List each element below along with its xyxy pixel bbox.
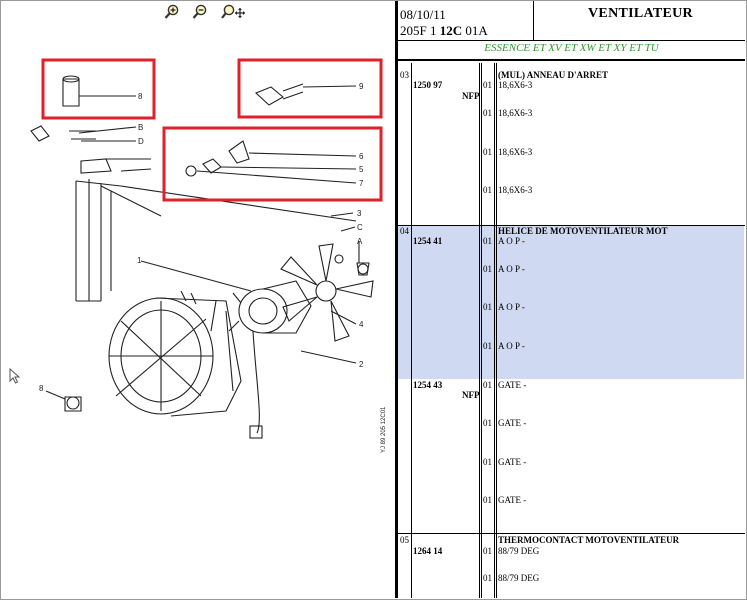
quantity: 01 bbox=[483, 264, 492, 274]
callout-d: D bbox=[138, 137, 144, 146]
callout-6: 6 bbox=[359, 152, 364, 161]
part-reference: 1254 41 bbox=[413, 236, 443, 246]
part-designation: HELICE DE MOTOVENTILATEUR MOT bbox=[498, 226, 668, 236]
quantity: 01 bbox=[483, 236, 492, 246]
part-reference: 1264 14 bbox=[413, 546, 443, 556]
quantity: 01 bbox=[483, 573, 492, 583]
header-rule bbox=[398, 40, 745, 41]
table-top-rule bbox=[398, 59, 745, 61]
variant-text: A O P - bbox=[498, 236, 525, 246]
exploded-parts-diagram: 8 9 6 5 7 3 C A 1 4 2 B D 8 YJ 89 205 12… bbox=[30, 58, 387, 453]
variant-text: 18,6X6-3 bbox=[498, 185, 533, 195]
nfp-flag: NFP bbox=[462, 390, 480, 400]
callout-2: 2 bbox=[359, 360, 364, 369]
variant-text: GATE - bbox=[498, 380, 527, 390]
parts-list-panel: 08/10/11 205F 1 12C 01A VENTILATEUR ESSE… bbox=[398, 1, 745, 598]
variant-text: GATE - bbox=[498, 418, 527, 428]
section-number: 05 bbox=[400, 535, 409, 545]
row-separator bbox=[398, 533, 745, 534]
part-designation: THERMOCONTACT MOTOVENTILATEUR bbox=[498, 535, 680, 545]
catalog-reference: 205F 1 12C 01A bbox=[400, 23, 488, 38]
variant-text: A O P - bbox=[498, 264, 525, 274]
quantity: 01 bbox=[483, 108, 492, 118]
variant-text: 88/79 DEG bbox=[498, 546, 540, 556]
quantity: 01 bbox=[483, 302, 492, 312]
callout-7: 7 bbox=[359, 179, 364, 188]
zoom-in-icon[interactable] bbox=[164, 4, 180, 20]
col-line bbox=[411, 63, 412, 598]
callout-4: 4 bbox=[359, 320, 364, 329]
diagram-panel: 8 9 6 5 7 3 C A 1 4 2 B D 8 YJ 89 205 12… bbox=[1, 1, 394, 597]
diagram-toolbar bbox=[1, 1, 394, 23]
callout-9: 9 bbox=[359, 82, 364, 91]
quantity: 01 bbox=[483, 418, 492, 428]
zoom-out-icon[interactable] bbox=[192, 4, 208, 20]
callout-8: 8 bbox=[138, 92, 143, 101]
callout-a: A bbox=[357, 237, 363, 246]
section-number: 03 bbox=[400, 70, 409, 80]
engine-variants: ESSENCE ET XV ET XW ET XY ET TU bbox=[484, 42, 659, 54]
page-title: VENTILATEUR bbox=[588, 6, 693, 21]
variant-text: A O P - bbox=[498, 341, 525, 351]
quantity: 01 bbox=[483, 546, 492, 556]
col-line bbox=[479, 63, 480, 598]
variant-text: A O P - bbox=[498, 302, 525, 312]
col-line bbox=[494, 63, 495, 598]
callout-b: B bbox=[138, 123, 143, 132]
col-line bbox=[496, 63, 497, 598]
variant-text: 18,6X6-3 bbox=[498, 80, 533, 90]
diagram-stamp: YJ 89 205 12C01 bbox=[381, 406, 387, 453]
catalog-date: 08/10/11 bbox=[400, 7, 446, 22]
part-reference: 1254 43 bbox=[413, 380, 443, 390]
variant-text: 18,6X6-3 bbox=[498, 147, 533, 157]
quantity: 01 bbox=[483, 457, 492, 467]
callout-1: 1 bbox=[137, 256, 142, 265]
variant-text: GATE - bbox=[498, 457, 527, 467]
pan-zoom-icon[interactable] bbox=[221, 4, 247, 20]
col-line bbox=[481, 63, 482, 598]
quantity: 01 bbox=[483, 380, 492, 390]
variant-text: GATE - bbox=[498, 495, 527, 505]
variant-text: 18,6X6-3 bbox=[498, 108, 533, 118]
header-divider bbox=[533, 1, 534, 40]
quantity: 01 bbox=[483, 495, 492, 505]
callout-c: C bbox=[357, 223, 363, 232]
quantity: 01 bbox=[483, 185, 492, 195]
callout-5: 5 bbox=[359, 165, 364, 174]
quantity: 01 bbox=[483, 80, 492, 90]
part-reference: 1250 97 bbox=[413, 80, 443, 90]
selected-row-highlight bbox=[398, 225, 744, 379]
part-designation: (MUL) ANNEAU D'ARRET bbox=[498, 70, 608, 80]
quantity: 01 bbox=[483, 147, 492, 157]
callout-3: 3 bbox=[357, 209, 362, 218]
nfp-flag: NFP bbox=[462, 91, 480, 101]
callout-8-lower: 8 bbox=[39, 384, 44, 393]
variant-text: 88/79 DEG bbox=[498, 573, 540, 583]
quantity: 01 bbox=[483, 341, 492, 351]
mouse-cursor-icon bbox=[9, 367, 21, 389]
section-number: 04 bbox=[400, 226, 409, 236]
